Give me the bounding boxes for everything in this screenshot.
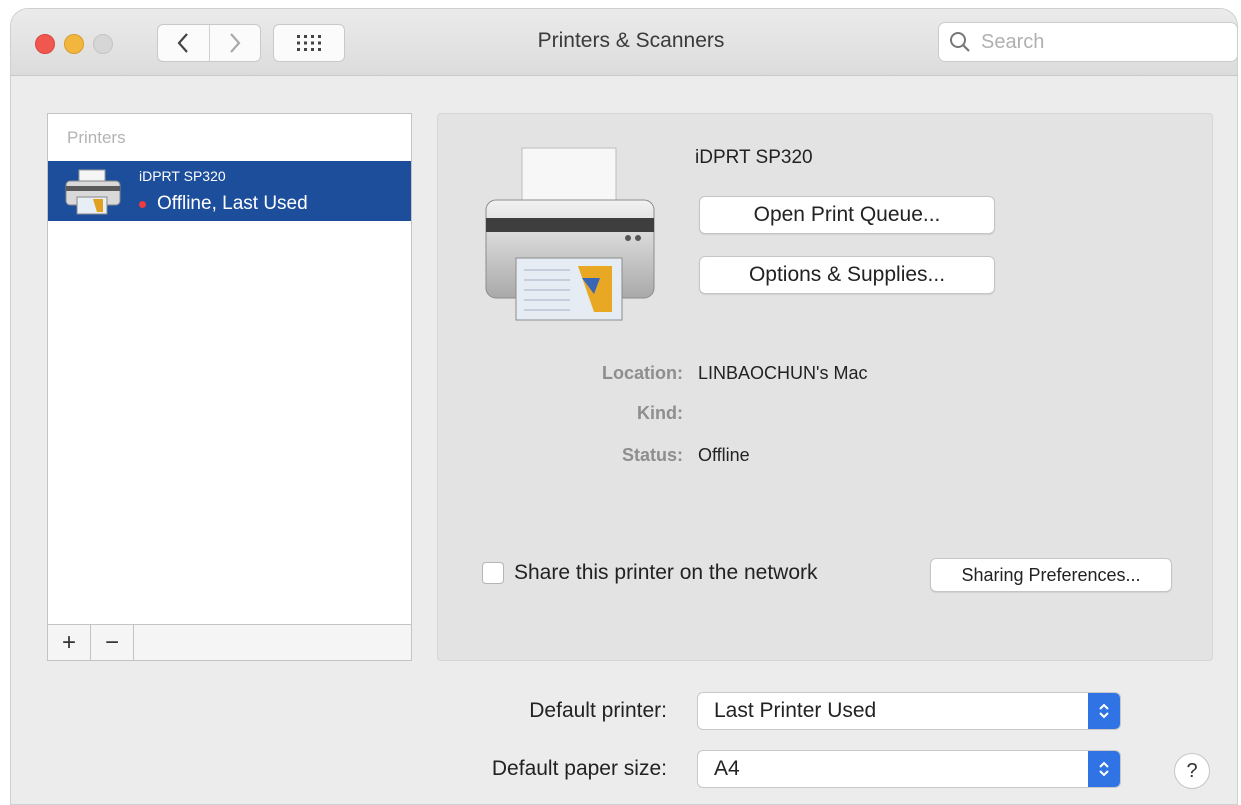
printer-name: iDPRT SP320: [695, 147, 813, 168]
printer-list: Printers iDPRT SP320 Offline, Last Used …: [47, 113, 412, 661]
options-supplies-button[interactable]: Options & Supplies...: [699, 256, 995, 294]
title-bar: Printers & Scanners: [11, 9, 1237, 76]
select-stepper-icon: [1088, 751, 1120, 787]
printer-list-item[interactable]: iDPRT SP320 Offline, Last Used: [48, 161, 411, 221]
window-title: Printers & Scanners: [537, 29, 725, 52]
sharing-preferences-button[interactable]: Sharing Preferences...: [930, 558, 1172, 592]
printer-list-header: Printers: [67, 128, 126, 147]
zoom-window-button[interactable]: [93, 34, 113, 54]
add-printer-button[interactable]: +: [48, 625, 91, 660]
default-printer-label: Default printer:: [529, 699, 667, 722]
share-printer-checkbox[interactable]: [482, 562, 504, 584]
chevron-right-icon: [229, 33, 241, 53]
printer-list-item-status: Offline, Last Used: [139, 193, 308, 215]
printer-icon: [65, 169, 121, 215]
printer-list-item-name: iDPRT SP320: [139, 168, 226, 184]
default-paper-size-value: A4: [714, 757, 740, 780]
open-print-queue-button[interactable]: Open Print Queue...: [699, 196, 995, 234]
remove-printer-button[interactable]: −: [91, 625, 134, 660]
default-printer-select[interactable]: Last Printer Used: [697, 692, 1121, 730]
share-printer-label[interactable]: Share this printer on the network: [514, 561, 818, 585]
location-label: Location:: [602, 363, 683, 383]
status-label: Status:: [621, 445, 683, 465]
close-window-button[interactable]: [35, 34, 55, 54]
default-printer-value: Last Printer Used: [714, 699, 877, 722]
select-stepper-icon: [1088, 693, 1120, 729]
share-printer-row: Share this printer on the network: [482, 561, 818, 585]
status-value: Offline: [698, 445, 750, 465]
kind-label: Kind:: [637, 403, 683, 423]
help-button[interactable]: ?: [1174, 753, 1210, 789]
printer-large-icon: [485, 147, 655, 321]
forward-button[interactable]: [208, 25, 261, 61]
chevron-left-icon: [177, 33, 189, 53]
offline-status-dot: [139, 200, 146, 208]
printer-detail-panel: iDPRT SP320 Open Print Queue... Options …: [437, 113, 1213, 661]
default-paper-size-label: Default paper size:: [491, 757, 667, 780]
search-input[interactable]: [979, 29, 1223, 55]
navigation-buttons: [157, 24, 261, 62]
list-toolbar: + −: [48, 624, 411, 660]
search-icon: [950, 32, 970, 52]
search-field[interactable]: [938, 22, 1237, 62]
back-button[interactable]: [158, 25, 209, 61]
show-all-button[interactable]: [273, 24, 345, 62]
printers-window: Printers & Scanners Printers iDPRT SP320…: [10, 8, 1238, 805]
location-value: LINBAOCHUN's Mac: [698, 363, 868, 383]
minimize-window-button[interactable]: [64, 34, 84, 54]
grid-icon: [297, 35, 321, 51]
printer-list-item-status-text: Offline, Last Used: [157, 193, 308, 214]
default-paper-size-select[interactable]: A4: [697, 750, 1121, 788]
